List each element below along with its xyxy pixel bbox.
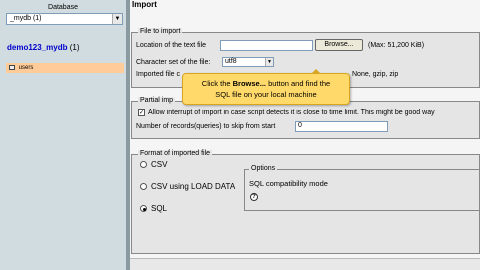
chevron-down-icon[interactable]: ▼ [265,58,273,66]
format-legend: Format of imported file [138,150,213,157]
partial-import-section: Partial imp ✓ Allow interrupt of import … [131,97,480,139]
format-section: Format of imported file CSV CSV using LO… [131,150,480,254]
options-legend: Options [249,165,278,172]
callout-line-2: SQL file on your local machine [215,90,317,99]
charset-select-value: utf8 [225,58,237,65]
format-option-sql[interactable]: SQL [151,204,167,213]
file-to-import-legend: File to import [138,28,183,35]
navigation-frame: Database _mydb (1) ▼ demo123_mydb (1) us… [0,0,126,270]
callout-pointer [311,69,321,74]
table-item-label[interactable]: users [19,65,34,71]
location-label: Location of the text file [136,42,207,49]
format-radio-sql[interactable] [140,205,147,212]
callout-prefix: Click the [201,79,233,88]
callout-strong: Browse... [232,79,266,88]
skip-records-label: Number of records(queries) to skip from … [136,123,276,130]
main-frame: Import File to import Location of the te… [130,0,480,270]
callout-line-1: Click the Browse... button and find the [183,78,349,89]
compression-label: Imported file c [136,71,180,78]
skip-records-input[interactable]: 0 [295,121,388,132]
file-location-input[interactable] [220,40,313,51]
chevron-down-icon[interactable]: ▼ [112,14,122,24]
browse-button[interactable]: Browse... [315,39,363,51]
format-option-csv-load-data[interactable]: CSV using LOAD DATA [151,182,235,191]
format-radio-csv-load-data[interactable] [140,183,147,190]
compression-options: None, gzip, zip [352,71,399,78]
database-link[interactable]: demo123_mydb (1) [7,43,79,52]
table-icon[interactable] [9,65,15,70]
page-title: Import [132,0,157,9]
database-label: Database [48,4,78,11]
database-select-value: _mydb (1) [10,15,42,22]
format-options-box: Options SQL compatibility mode ? [244,165,480,211]
partial-import-legend: Partial imp [138,97,176,104]
callout-suffix: button and find the [265,79,331,88]
help-icon[interactable]: ? [250,193,258,201]
allow-interrupt-checkbox[interactable]: ✓ [138,109,145,116]
charset-select[interactable]: utf8 ▼ [222,57,274,67]
format-option-csv[interactable]: CSV [151,160,167,169]
database-select[interactable]: _mydb (1) ▼ [6,13,123,25]
table-item-users[interactable]: users [6,63,124,73]
database-name[interactable]: demo123_mydb [7,43,67,52]
database-table-count: (1) [69,43,80,52]
sql-compat-label: SQL compatibility mode [249,179,328,188]
format-radio-csv[interactable] [140,161,147,168]
max-size-label: (Max: 51,200 KiB) [368,42,425,49]
bottom-area [130,258,480,270]
allow-interrupt-label: Allow interrupt of import in case script… [148,109,435,116]
tutorial-callout: Click the Browse... button and find the … [182,69,350,105]
charset-label: Character set of the file: [136,59,211,66]
